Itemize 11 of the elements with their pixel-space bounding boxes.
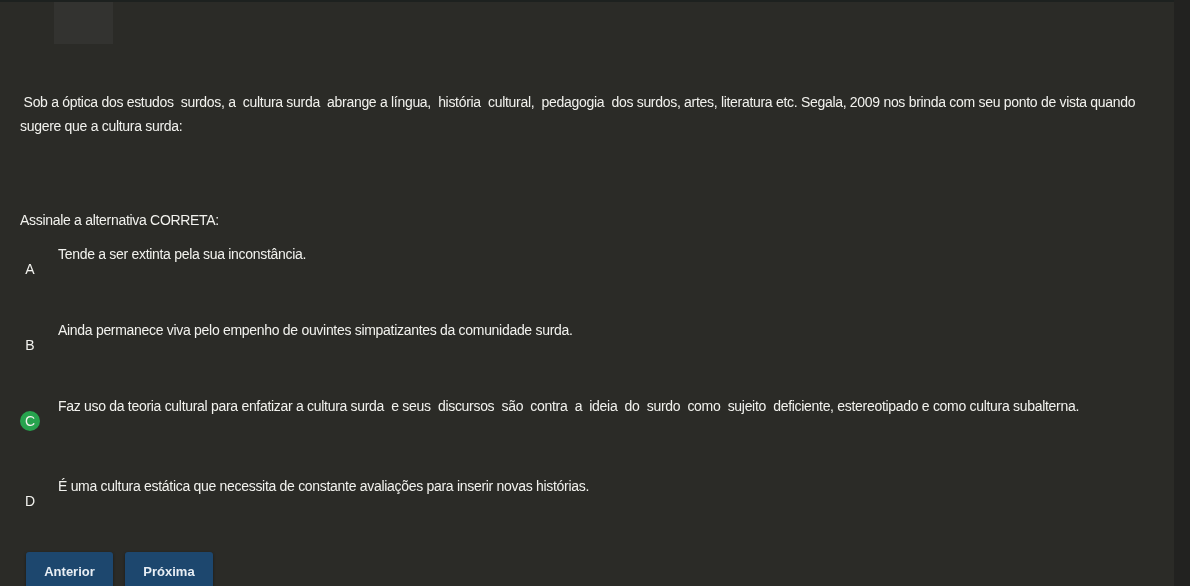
option-letter[interactable]: D [20, 491, 40, 511]
instruction-text: Assinale a alternativa CORRETA: [20, 211, 220, 230]
option-letter[interactable]: A [20, 259, 40, 279]
option-text[interactable]: Ainda permanece viva pelo empenho de ouvintes simpatizantes da comunidade surda. [58, 318, 573, 342]
nav-button[interactable]: Anterior [26, 552, 113, 586]
question-text: Sob a óptica dos estudos surdos, a cultura surda abrange a língua, história cultural, pedagogia dos surdos, artes, literatura etc. Segala, 2009 nos brinda com seu ponto de vista quando sugere que a cultura surda: [20, 93, 1137, 136]
option-text[interactable]: Faz uso da teoria cultural para enfatizar a cultura surda e seus discursos são contra a ideia do surdo como sujeito deficiente, estereotipado e como cultura subalterna. [58, 394, 1079, 418]
option-letter[interactable]: B [20, 335, 40, 355]
nav-button[interactable]: Próxima [125, 552, 213, 586]
option-text[interactable]: Tende a ser extinta pela sua inconstância. [58, 242, 307, 266]
option-text[interactable]: É uma cultura estática que necessita de constante avaliações para inserir novas histórias. [58, 474, 589, 498]
